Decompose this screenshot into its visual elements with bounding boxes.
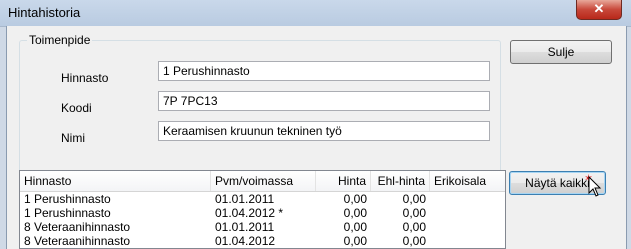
column-header-erikoisala[interactable]: Erikoisala [430, 171, 505, 191]
koodi-label: Koodi [61, 101, 92, 115]
koodi-field[interactable]: 7P 7PC13 [158, 91, 490, 111]
table-header: Hinnasto Pvm/voimassa Hinta Ehl-hinta Er… [20, 171, 505, 192]
cell-erikoisala [430, 220, 505, 234]
cell-hinta: 0,00 [343, 192, 367, 206]
cell-erikoisala [430, 192, 505, 206]
column-header-ehl-hinta[interactable]: Ehl-hinta [371, 171, 430, 191]
cell-hinta: 0,00 [343, 234, 367, 248]
cell-pvm: 01.04.2012 * [215, 206, 284, 220]
dialog-body: Toimenpide Hinnasto 1 Perushinnasto Kood… [6, 26, 627, 249]
group-legend: Toimenpide [27, 33, 93, 47]
price-history-table[interactable]: Hinnasto Pvm/voimassa Hinta Ehl-hinta Er… [19, 170, 506, 249]
table-row[interactable]: 8 Veteraanihinnasto 01.01.2011 0,00 0,00 [20, 220, 505, 234]
cell-ehl-hinta: 0,00 [402, 220, 426, 234]
hinnasto-field[interactable]: 1 Perushinnasto [158, 61, 490, 81]
cell-erikoisala [430, 206, 505, 220]
column-header-pvm[interactable]: Pvm/voimassa [211, 171, 316, 191]
table-row[interactable]: 1 Perushinnasto 01.04.2012 * 0,00 0,00 [20, 206, 505, 220]
cell-pvm: 01.01.2011 [215, 220, 275, 234]
table-row[interactable]: 8 Veteraanihinnasto 01.04.2012 0,00 0,00 [20, 234, 505, 248]
nimi-field[interactable]: Keraamisen kruunun tekninen työ [158, 121, 490, 141]
title-bar: Hintahistoria ✕ [0, 0, 631, 27]
cell-hinnasto: 8 Veteraanihinnasto [24, 220, 131, 234]
cell-ehl-hinta: 0,00 [402, 234, 426, 248]
cell-ehl-hinta: 0,00 [402, 206, 426, 220]
cell-ehl-hinta: 0,00 [402, 192, 426, 206]
window-title: Hintahistoria [8, 5, 81, 20]
cell-hinnasto: 1 Perushinnasto [24, 192, 111, 206]
hinnasto-label: Hinnasto [61, 71, 109, 85]
cell-pvm: 01.04.2012 [215, 234, 276, 248]
toimenpide-group: Toimenpide Hinnasto 1 Perushinnasto Kood… [19, 33, 501, 174]
cell-hinnasto: 1 Perushinnasto [24, 206, 111, 220]
table-row[interactable]: 1 Perushinnasto 01.01.2011 0,00 0,00 [20, 192, 505, 206]
cell-hinnasto: 8 Veteraanihinnasto [24, 234, 131, 248]
cell-erikoisala [430, 234, 505, 248]
cell-hinta: 0,00 [343, 206, 367, 220]
close-button[interactable]: Sulje [510, 40, 612, 64]
window-close-button[interactable]: ✕ [576, 0, 622, 20]
column-header-hinnasto[interactable]: Hinnasto [20, 171, 211, 191]
mouse-cursor-icon [588, 176, 602, 197]
nimi-label: Nimi [61, 131, 85, 145]
close-icon: ✕ [593, 1, 605, 16]
column-header-hinta[interactable]: Hinta [316, 171, 371, 191]
cell-pvm: 01.01.2011 [215, 192, 275, 206]
cell-hinta: 0,00 [343, 220, 367, 234]
